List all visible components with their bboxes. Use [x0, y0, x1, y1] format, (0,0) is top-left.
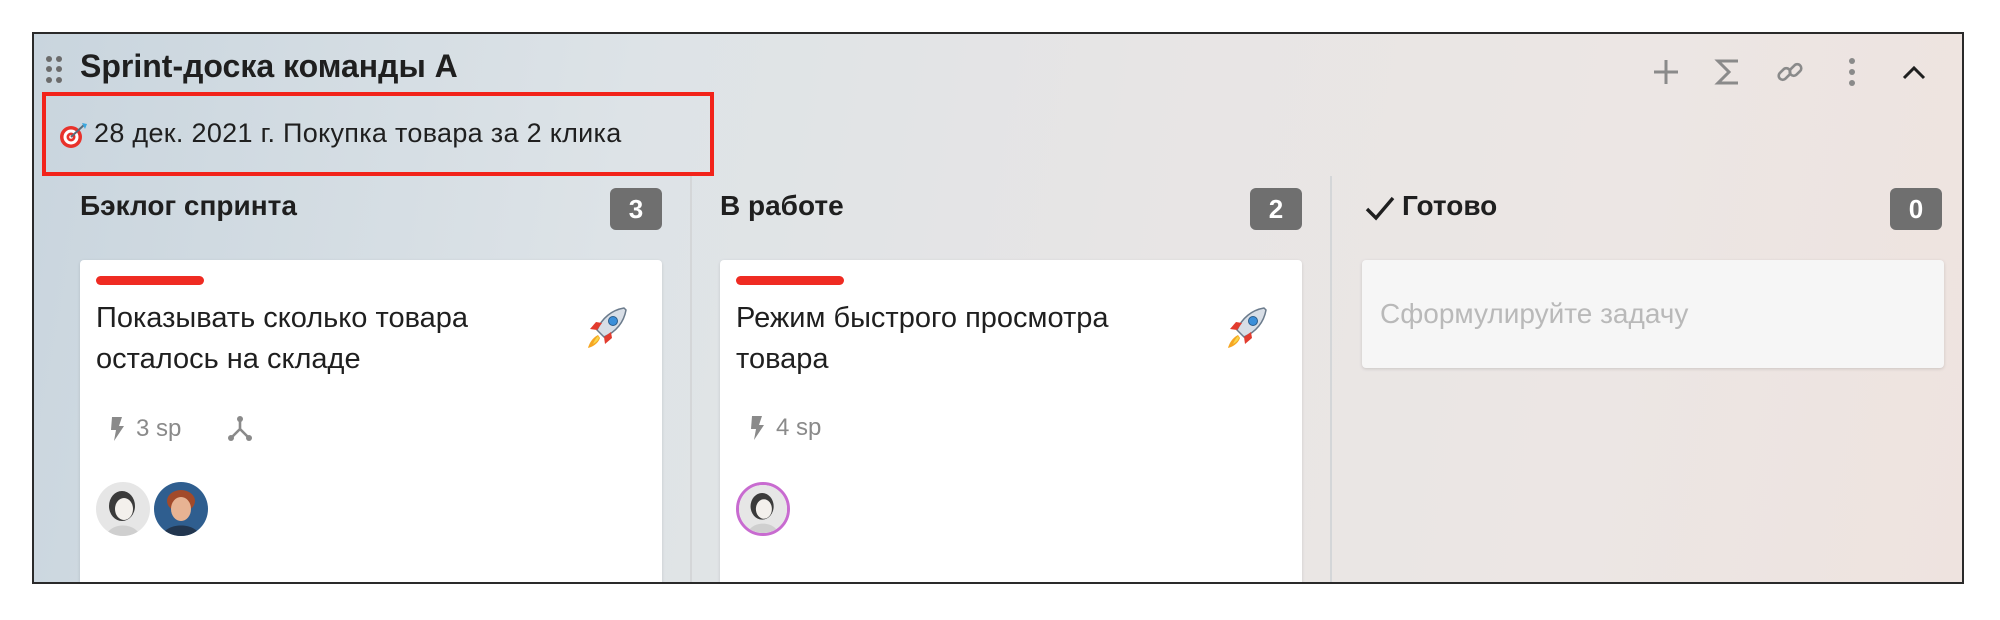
task-card[interactable]: Режим быстрого просмотра товара 4 sp	[720, 260, 1302, 582]
sigma-icon[interactable]	[1710, 52, 1746, 92]
sprint-board: Sprint-доска команды А 28 дек. 2021 г. П…	[32, 32, 1964, 584]
column-title-done: Готово	[1402, 190, 1498, 221]
avatar[interactable]	[96, 482, 150, 536]
rocket-icon	[588, 307, 627, 348]
story-points: 3 sp	[136, 415, 182, 442]
check-icon	[1365, 196, 1395, 221]
task-meta: 4 sp	[748, 414, 821, 442]
bolt-icon	[111, 417, 124, 441]
more-vertical-icon[interactable]	[1834, 52, 1870, 92]
task-title: Режим быстрого просмотра товара	[736, 302, 1109, 375]
assignees	[96, 482, 208, 536]
avatar[interactable]	[154, 482, 208, 536]
link-icon[interactable]	[1772, 52, 1808, 92]
priority-bar	[736, 276, 844, 285]
column-count-badge: 3	[610, 188, 662, 230]
task-title: Показывать сколько товара осталось на ск…	[96, 302, 469, 375]
add-icon[interactable]	[1648, 52, 1684, 92]
avatar[interactable]	[736, 482, 790, 536]
board-title[interactable]: Sprint-доска команды А	[80, 48, 458, 85]
task-meta: 3 sp	[108, 414, 255, 444]
board-toolbar	[1648, 52, 1932, 92]
bolt-icon	[751, 416, 764, 440]
assignees	[736, 482, 790, 536]
column-title-backlog: Бэклог спринта	[80, 190, 297, 221]
column-title-in-progress: В работе	[720, 190, 844, 221]
drag-handle-icon[interactable]	[46, 56, 62, 84]
sprint-goal-text[interactable]: 28 дек. 2021 г. Покупка товара за 2 клик…	[94, 118, 622, 149]
collapse-chevron-icon[interactable]	[1896, 52, 1932, 92]
column-divider	[690, 176, 692, 582]
column-divider	[1330, 176, 1332, 582]
rocket-icon	[1228, 307, 1267, 348]
target-icon	[60, 123, 87, 148]
priority-bar	[96, 276, 204, 285]
sprint-goal-highlight: 28 дек. 2021 г. Покупка товара за 2 клик…	[42, 92, 714, 176]
story-points: 4 sp	[776, 414, 822, 441]
task-card[interactable]: Показывать сколько товара осталось на ск…	[80, 260, 662, 582]
column-count-badge: 2	[1250, 188, 1302, 230]
subtasks-icon[interactable]	[225, 414, 255, 444]
new-task-input[interactable]: Сформулируйте задачу	[1362, 260, 1944, 368]
column-count-badge: 0	[1890, 188, 1942, 230]
